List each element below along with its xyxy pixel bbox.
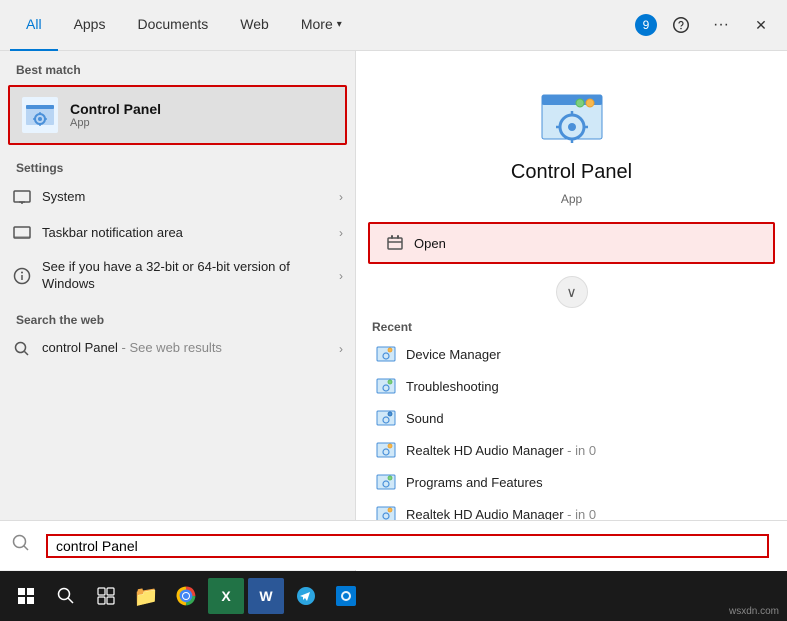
info-icon [12, 266, 32, 286]
task-view-button[interactable] [88, 578, 124, 614]
system-label: System [42, 189, 329, 206]
recent-sound[interactable]: Sound [372, 402, 771, 434]
arrow-icon: › [339, 226, 343, 240]
app-subtitle: App [561, 192, 582, 206]
photos-button[interactable] [328, 578, 364, 614]
settings-system-item[interactable]: System › [0, 179, 355, 215]
open-button[interactable]: Open [370, 224, 773, 262]
recent-programs-features[interactable]: Programs and Features [372, 466, 771, 498]
recent-item-icon [376, 376, 396, 396]
settings-taskbar-item[interactable]: Taskbar notification area › [0, 215, 355, 251]
tab-all[interactable]: All [10, 0, 58, 51]
start-button[interactable] [8, 578, 44, 614]
recent-item-icon [376, 344, 396, 364]
best-match-title: Control Panel [70, 101, 161, 117]
feedback-button[interactable] [665, 9, 697, 41]
left-panel: Best match [0, 51, 355, 571]
recent-troubleshooting[interactable]: Troubleshooting [372, 370, 771, 402]
search-input[interactable] [56, 538, 759, 554]
open-icon [386, 234, 404, 252]
file-explorer-button[interactable]: 📁 [128, 578, 164, 614]
chevron-down-icon: ∨ [566, 284, 576, 301]
taskbar-search-button[interactable] [48, 578, 84, 614]
arrow-icon: › [339, 342, 343, 356]
taskbar-label: Taskbar notification area [42, 225, 329, 242]
bitversion-label: See if you have a 32-bit or 64-bit versi… [42, 259, 329, 293]
recent-item-label: Troubleshooting [406, 379, 499, 394]
recent-section: Recent Device Manager Trouble [356, 316, 787, 534]
start-menu: All Apps Documents Web More ▾ 9 [0, 0, 787, 571]
search-web-label: Search the web [0, 301, 355, 331]
close-button[interactable]: ✕ [745, 9, 777, 41]
recent-device-manager[interactable]: Device Manager [372, 338, 771, 370]
search-input-border [46, 534, 769, 558]
arrow-icon: › [339, 269, 343, 283]
expand-button[interactable]: ∨ [556, 276, 588, 308]
recent-label: Recent [372, 320, 771, 334]
web-search-text: control Panel - See web results [42, 340, 329, 357]
telegram-button[interactable] [288, 578, 324, 614]
search-icon [12, 534, 30, 557]
settings-label: Settings [0, 149, 355, 179]
tab-more[interactable]: More ▾ [285, 0, 358, 51]
recent-realtek-1[interactable]: Realtek HD Audio Manager - in 0 [372, 434, 771, 466]
tab-documents[interactable]: Documents [121, 0, 224, 51]
taskbar: 📁 X W [0, 571, 787, 621]
tab-bar-right: 9 ··· ✕ [635, 9, 777, 41]
watermark: wsxdn.com [729, 606, 779, 617]
settings-bitversion-item[interactable]: See if you have a 32-bit or 64-bit versi… [0, 251, 355, 301]
control-panel-icon [22, 97, 58, 133]
tab-bar: All Apps Documents Web More ▾ 9 [0, 0, 787, 51]
recent-item-label: Realtek HD Audio Manager - in 0 [406, 443, 596, 458]
notification-badge: 9 [635, 14, 657, 36]
system-icon [12, 187, 32, 207]
app-detail-header: Control Panel App [356, 51, 787, 222]
recent-item-icon [376, 472, 396, 492]
taskbar-icon-small [12, 223, 32, 243]
tab-web[interactable]: Web [224, 0, 285, 51]
chevron-down-icon: ▾ [337, 19, 342, 30]
main-content: Best match [0, 51, 787, 571]
tab-apps[interactable]: Apps [58, 0, 122, 51]
open-button-container: Open [368, 222, 775, 264]
right-panel: Control Panel App Open ∨ [355, 51, 787, 571]
expand-button-container: ∨ [356, 276, 787, 308]
arrow-icon: › [339, 190, 343, 204]
chrome-button[interactable] [168, 578, 204, 614]
best-match-label: Best match [0, 51, 355, 81]
excel-button[interactable]: X [208, 578, 244, 614]
best-match-subtitle: App [70, 117, 161, 129]
search-web-icon [12, 339, 32, 359]
word-button[interactable]: W [248, 578, 284, 614]
web-search-item[interactable]: control Panel - See web results › [0, 331, 355, 367]
recent-item-label: Sound [406, 411, 444, 426]
recent-item-label: Device Manager [406, 347, 501, 362]
recent-item-icon [376, 408, 396, 428]
app-big-icon [536, 81, 608, 153]
recent-item-label: Programs and Features [406, 475, 543, 490]
app-title: Control Panel [511, 161, 632, 184]
best-match-item[interactable]: Control Panel App [8, 85, 347, 145]
search-bar [0, 520, 787, 570]
open-label: Open [414, 236, 446, 251]
more-options-button[interactable]: ··· [705, 9, 737, 41]
recent-item-icon [376, 440, 396, 460]
